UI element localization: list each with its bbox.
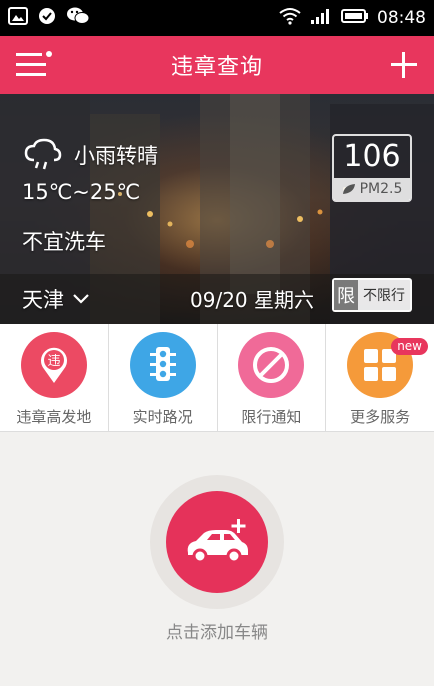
add-vehicle-button[interactable] — [150, 475, 284, 609]
car-wash-advice: 不宜洗车 — [22, 230, 106, 254]
new-badge: new — [391, 338, 428, 355]
signal-icon — [309, 7, 333, 29]
temperature-range: 15℃~25℃ — [22, 180, 141, 204]
service-more[interactable]: new 更多服务 — [326, 324, 434, 431]
service-restriction-notice[interactable]: 限行通知 — [218, 324, 327, 431]
rain-cloud-icon — [24, 138, 62, 170]
wechat-notification-icon — [66, 6, 90, 30]
status-time: 08:48 — [377, 8, 426, 28]
add-vehicle-label: 点击添加车辆 — [166, 623, 268, 643]
location-pin-icon: 违 — [20, 332, 87, 398]
limit-status: 不限行 — [363, 288, 405, 304]
service-label: 违章高发地 — [16, 408, 92, 426]
pm25-label: PM2.5 — [359, 181, 403, 197]
pm25-value: 106 — [343, 139, 401, 174]
service-violation-hotspots[interactable]: 违 违章高发地 — [0, 324, 109, 431]
menu-icon — [16, 51, 52, 76]
current-date: 09/20 星期六 — [190, 288, 314, 312]
menu-button[interactable] — [16, 50, 54, 80]
page-title: 违章查询 — [170, 55, 263, 80]
service-label: 更多服务 — [350, 408, 411, 426]
add-button[interactable] — [388, 49, 420, 81]
image-notification-icon — [8, 7, 28, 29]
add-vehicle-circle — [166, 491, 268, 593]
leaf-icon — [342, 184, 355, 194]
chevron-down-icon — [73, 294, 89, 304]
status-bar: 08:48 — [0, 0, 434, 36]
weather-text: 小雨转晴 — [74, 144, 158, 168]
traffic-limit-badge: 限 不限行 — [332, 278, 412, 312]
location-pin-glyph: 违 — [47, 354, 60, 369]
city-selector[interactable]: 天津 — [22, 284, 90, 314]
plus-icon — [391, 52, 417, 78]
service-label: 限行通知 — [241, 408, 302, 426]
no-entry-icon — [238, 332, 305, 398]
service-label: 实时路况 — [132, 408, 193, 426]
limit-mark: 限 — [334, 280, 358, 310]
app-screen: 08:48 违章查询 小雨转晴 15℃~25℃ 不宜洗车 天津 09/20 星期… — [0, 0, 434, 686]
app-bar: 违章查询 — [0, 36, 434, 94]
battery-icon — [341, 8, 369, 28]
car-add-icon — [187, 519, 248, 564]
traffic-light-icon — [129, 332, 196, 398]
weather-summary: 小雨转晴 — [24, 138, 158, 172]
pm25-indicator: 106 PM2.5 — [332, 134, 412, 202]
city-name: 天津 — [22, 288, 64, 312]
service-live-traffic[interactable]: 实时路况 — [109, 324, 218, 431]
check-notification-icon — [38, 7, 56, 29]
pm25-label-bar: PM2.5 — [334, 178, 410, 200]
wifi-icon — [279, 7, 301, 29]
service-grid: 违 违章高发地 实时路况 限行通知 new 更多服务 — [0, 324, 434, 432]
weather-panel: 小雨转晴 15℃~25℃ 不宜洗车 天津 09/20 星期六 106 PM2.5… — [0, 94, 434, 324]
